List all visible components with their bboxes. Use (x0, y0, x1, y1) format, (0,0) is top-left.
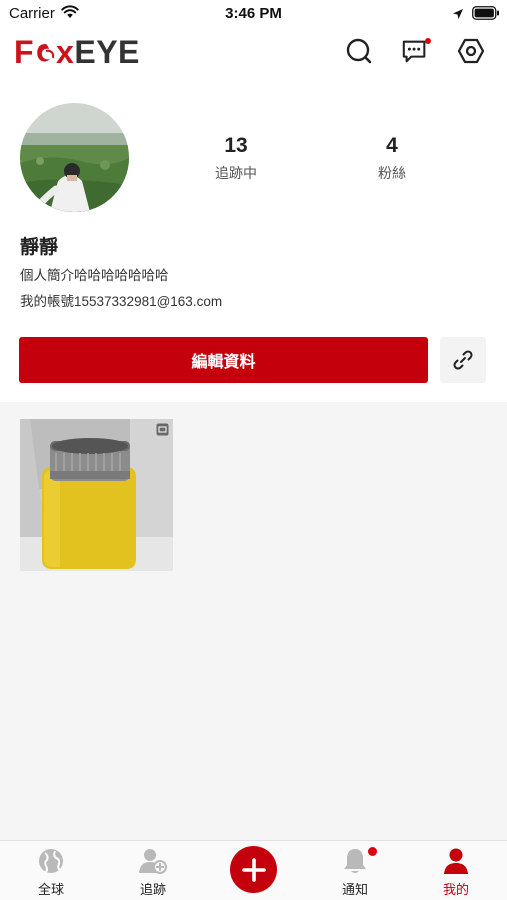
tab-global[interactable]: 全球 (16, 847, 86, 898)
tab-me[interactable]: 我的 (421, 847, 491, 898)
image-badge-icon (156, 423, 169, 436)
settings-button[interactable] (457, 37, 485, 65)
following-stat[interactable]: 13 追跡中 (196, 133, 276, 183)
notification-dot (368, 847, 377, 856)
status-bar: Carrier 3:46 PM (0, 0, 507, 28)
followers-count: 4 (386, 134, 398, 157)
tab-notifications[interactable]: 通知 (320, 847, 390, 898)
followers-stat[interactable]: 4 粉絲 (352, 133, 432, 183)
edit-profile-button[interactable]: 編輯資料 (19, 337, 428, 383)
message-notification-dot (425, 38, 431, 44)
app-logo: FxEYE (14, 34, 140, 70)
following-label: 追跡中 (215, 165, 257, 181)
share-link-button[interactable] (440, 337, 486, 383)
profile-bio: 個人簡介哈哈哈哈哈哈哈 (20, 268, 169, 283)
settings-icon (457, 38, 485, 64)
tab-me-label: 我的 (442, 882, 469, 897)
posts-grid (0, 402, 507, 840)
link-icon (453, 350, 473, 370)
messages-button[interactable] (401, 37, 431, 65)
globe-icon (39, 849, 63, 873)
clock: 3:46 PM (225, 5, 282, 22)
tab-follow[interactable]: 追跡 (118, 847, 188, 898)
profile-account: 我的帳號15537332981@163.com (20, 294, 223, 309)
following-count: 13 (224, 134, 248, 157)
follow-icon (139, 849, 167, 874)
search-button[interactable] (345, 37, 373, 65)
post-thumbnail[interactable] (20, 419, 173, 571)
plus-icon (241, 857, 266, 882)
location-arrow-icon (452, 7, 464, 25)
bell-icon (344, 849, 366, 873)
tab-notifications-label: 通知 (341, 882, 368, 897)
followers-label: 粉絲 (378, 165, 406, 181)
battery-icon (472, 6, 500, 25)
fox-logo-icon (34, 36, 56, 72)
person-icon (444, 848, 468, 874)
profile-name: 靜靜 (20, 237, 59, 258)
tab-global-label: 全球 (37, 882, 64, 897)
avatar[interactable] (20, 103, 129, 212)
tab-follow-label: 追跡 (139, 882, 166, 897)
add-post-button[interactable] (230, 846, 277, 893)
search-icon (346, 38, 372, 64)
